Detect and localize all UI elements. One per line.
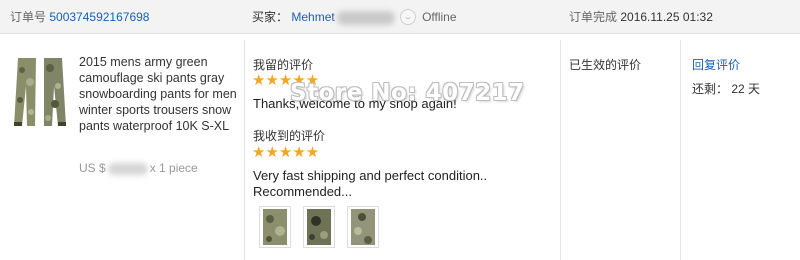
reply-feedback-link[interactable]: 回复评价 [692, 56, 740, 73]
status-cell: 已生效的评价 [561, 40, 681, 260]
feedback-photo[interactable] [259, 206, 291, 248]
received-feedback-stars: ★★★★★ [252, 144, 320, 161]
buyer-label: 买家： [252, 10, 289, 24]
remaining-time: 还剩： 22 天 [692, 80, 760, 97]
store-watermark: Store No: 407217 [290, 80, 525, 106]
price-prefix: US $ [79, 161, 106, 175]
feedback-cell: 我留的评价 ★★★★★ Thanks,welcome to my shop ag… [245, 40, 561, 260]
buyer-name-link[interactable]: Mehmet [291, 10, 334, 24]
order-row: 2015 mens army green camouflage ski pant… [0, 40, 800, 260]
order-number-group: 订单号 500374592167698 [10, 0, 149, 34]
completed-group: 订单完成 2016.11.25 01:32 [569, 0, 713, 34]
product-cell: 2015 mens army green camouflage ski pant… [0, 40, 245, 260]
feedback-status: 已生效的评价 [569, 58, 642, 72]
redacted-price [107, 162, 148, 175]
completed-time: 2016.11.25 01:32 [620, 10, 713, 24]
redacted-buyer-name [336, 10, 395, 25]
product-image[interactable] [10, 56, 70, 128]
product-price: US $ x 1 piece [79, 161, 198, 175]
received-feedback-label: 我收到的评价 [253, 129, 326, 143]
actions-cell: 回复评价 还剩： 22 天 [681, 40, 800, 260]
order-number-link[interactable]: 500374592167698 [49, 10, 149, 24]
product-quantity: x 1 piece [149, 161, 198, 175]
received-feedback-text: Very fast shipping and perfect condition… [253, 168, 488, 199]
order-header: 订单号 500374592167698 买家： Mehmet Offline 订… [0, 0, 800, 34]
completed-label: 订单完成 [569, 10, 618, 24]
remaining-label: 还剩： [692, 82, 729, 96]
product-title[interactable]: 2015 mens army green camouflage ski pant… [79, 54, 239, 134]
buyer-status: Offline [422, 10, 457, 24]
buyer-group: 买家： Mehmet Offline [252, 0, 457, 34]
feedback-photo[interactable] [347, 206, 379, 248]
chat-status-icon[interactable] [400, 8, 417, 25]
order-number-label: 订单号 [10, 10, 47, 24]
remaining-days: 22 天 [731, 82, 761, 96]
my-feedback-label: 我留的评价 [253, 58, 314, 72]
feedback-photo[interactable] [303, 206, 335, 248]
